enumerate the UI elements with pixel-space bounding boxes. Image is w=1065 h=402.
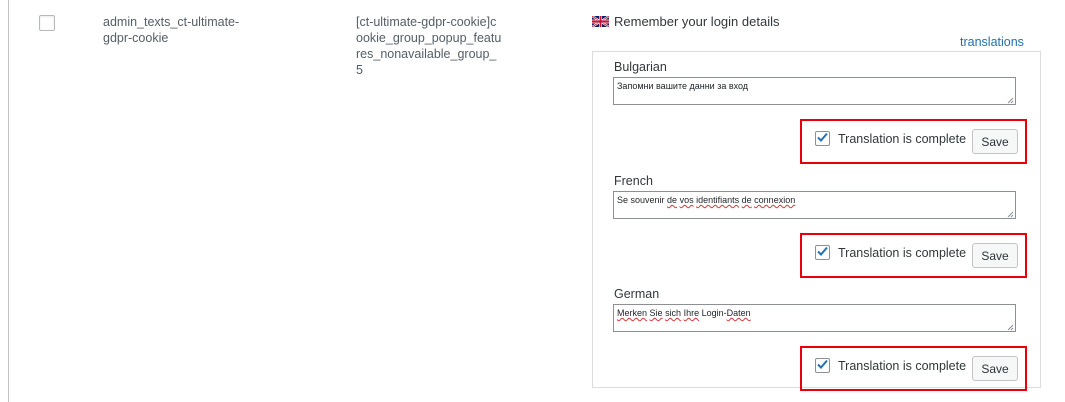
resize-handle-icon[interactable] bbox=[1007, 97, 1014, 104]
translation-input-french[interactable]: Se souvenir de vos identifiants de conne… bbox=[613, 191, 1016, 219]
translation-complete-checkbox[interactable] bbox=[815, 245, 830, 260]
translation-complete-label: Translation is complete bbox=[838, 358, 967, 373]
string-context: [ct-ultimate-gdpr-cookie]cookie_group_po… bbox=[356, 15, 502, 77]
translation-complete-highlight: Translation is complete Save bbox=[800, 233, 1027, 278]
translation-input-german[interactable]: Merken Sie sich Ihre Login-Daten bbox=[613, 304, 1016, 332]
save-button[interactable]: Save bbox=[972, 243, 1018, 268]
language-label-german: German bbox=[614, 287, 660, 301]
string-name: admin_texts_ct-ultimate-gdpr-cookie bbox=[103, 15, 240, 45]
translation-input-bulgarian[interactable]: Запомни вашите данни за вход bbox=[613, 77, 1016, 105]
translation-complete-highlight: Translation is complete Save bbox=[800, 346, 1027, 391]
translation-complete-checkbox[interactable] bbox=[815, 131, 830, 146]
save-button[interactable]: Save bbox=[972, 129, 1018, 154]
resize-handle-icon[interactable] bbox=[1007, 324, 1014, 331]
translation-complete-checkbox[interactable] bbox=[815, 358, 830, 373]
translation-complete-highlight: Translation is complete Save bbox=[800, 119, 1027, 164]
resize-handle-icon[interactable] bbox=[1007, 211, 1014, 218]
table-left-border bbox=[8, 0, 9, 402]
uk-flag-icon bbox=[592, 16, 609, 27]
language-label-french: French bbox=[614, 174, 653, 188]
translation-complete-label: Translation is complete bbox=[838, 131, 967, 146]
save-button[interactable]: Save bbox=[972, 356, 1018, 381]
translation-complete-label: Translation is complete bbox=[838, 245, 967, 260]
language-label-bulgarian: Bulgarian bbox=[614, 60, 667, 74]
translation-complete-toggle[interactable]: Translation is complete bbox=[815, 245, 966, 260]
checkmark-icon bbox=[817, 132, 828, 142]
original-string: Remember your login details bbox=[592, 14, 779, 29]
checkmark-icon bbox=[817, 359, 828, 369]
original-text: Remember your login details bbox=[614, 14, 780, 29]
row-select-checkbox[interactable] bbox=[39, 15, 55, 31]
translations-link[interactable]: translations bbox=[960, 35, 1024, 49]
translation-complete-toggle[interactable]: Translation is complete bbox=[815, 358, 966, 373]
translation-complete-toggle[interactable]: Translation is complete bbox=[815, 131, 966, 146]
checkmark-icon bbox=[817, 246, 828, 256]
